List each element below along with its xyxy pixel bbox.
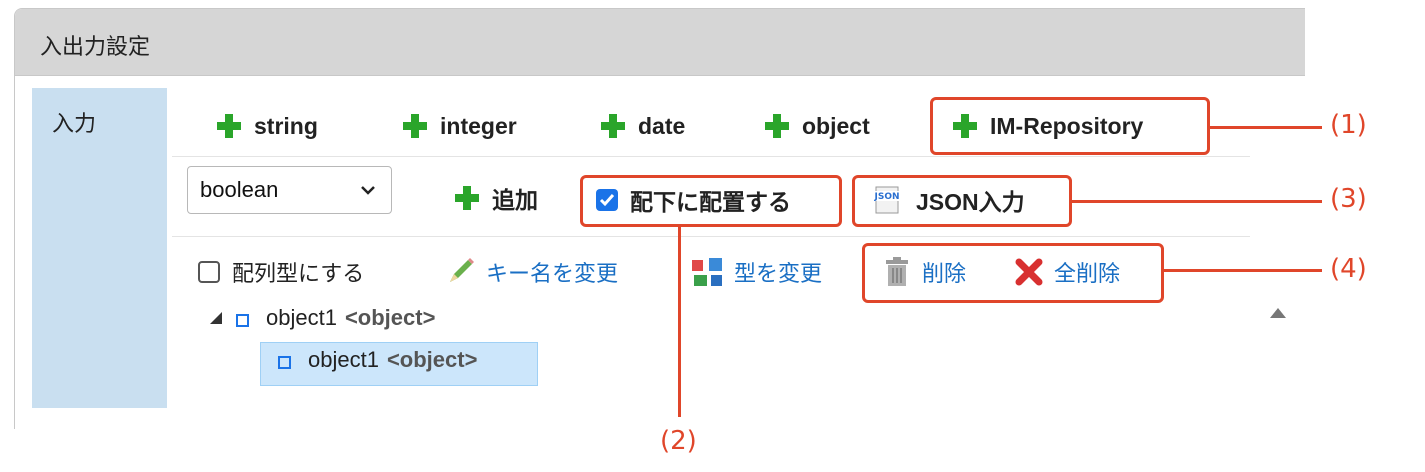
- add-date-label: date: [638, 112, 686, 139]
- input-label-cell: 入力: [32, 88, 167, 408]
- node-type: <object>: [386, 347, 478, 372]
- add-integer-button[interactable]: integer: [402, 106, 517, 146]
- rename-key-button[interactable]: キー名を変更: [444, 254, 618, 290]
- callout-line-3: [1072, 200, 1322, 203]
- key-tree: object1 <object> object1 <object>: [172, 288, 1250, 408]
- callout-line-1: [1210, 126, 1322, 129]
- checkbox-unchecked-icon: [198, 261, 220, 283]
- callout-box-2: [580, 175, 842, 227]
- add-date-button[interactable]: date: [600, 106, 685, 146]
- node-square-icon: [278, 356, 291, 369]
- chevron-down-icon: [361, 186, 375, 195]
- callout-box-4: [862, 243, 1164, 303]
- array-type-checkbox[interactable]: 配列型にする: [198, 254, 364, 290]
- rename-key-label: キー名を変更: [486, 261, 619, 286]
- callout-box-3: [852, 175, 1072, 227]
- node-square-icon: [236, 314, 249, 327]
- scroll-up-arrow[interactable]: [1270, 308, 1286, 318]
- callout-box-1: [930, 97, 1210, 155]
- add-object-label: object: [802, 112, 870, 139]
- add-object-button[interactable]: object: [764, 106, 870, 146]
- node-name: object1: [266, 305, 337, 330]
- plus-icon: [403, 114, 427, 138]
- plus-icon: [217, 114, 241, 138]
- add-string-label: string: [254, 112, 318, 139]
- node-type: <object>: [344, 305, 436, 330]
- node-name: object1: [308, 347, 379, 372]
- type-select-value: boolean: [200, 177, 279, 202]
- callout-label-1: (1): [1330, 110, 1367, 140]
- callout-line-4: [1164, 269, 1322, 272]
- expand-triangle-icon[interactable]: [210, 312, 222, 324]
- change-type-label: 型を変更: [734, 261, 823, 286]
- add-integer-label: integer: [440, 112, 517, 139]
- callout-label-4: (4): [1330, 254, 1367, 284]
- panel-header: 入出力設定: [15, 9, 1305, 76]
- change-type-button[interactable]: 型を変更: [690, 254, 822, 290]
- type-select[interactable]: boolean: [187, 166, 392, 214]
- add-button[interactable]: 追加: [454, 178, 538, 218]
- row-divider: [172, 236, 1250, 237]
- callout-line-2: [678, 227, 681, 417]
- input-label: 入力: [52, 111, 97, 136]
- array-type-label: 配列型にする: [232, 261, 365, 286]
- panel-title: 入出力設定: [40, 34, 151, 59]
- add-button-label: 追加: [492, 187, 538, 213]
- add-string-button[interactable]: string: [216, 106, 318, 146]
- plus-icon: [455, 186, 479, 210]
- plus-icon: [765, 114, 789, 138]
- callout-label-2: (2): [660, 426, 697, 456]
- pencil-icon: [450, 258, 474, 282]
- plus-icon: [601, 114, 625, 138]
- change-type-icon: [692, 258, 722, 286]
- callout-label-3: (3): [1330, 184, 1367, 214]
- tree-node-selected[interactable]: object1 <object>: [172, 338, 1250, 386]
- row-divider: [172, 156, 1250, 157]
